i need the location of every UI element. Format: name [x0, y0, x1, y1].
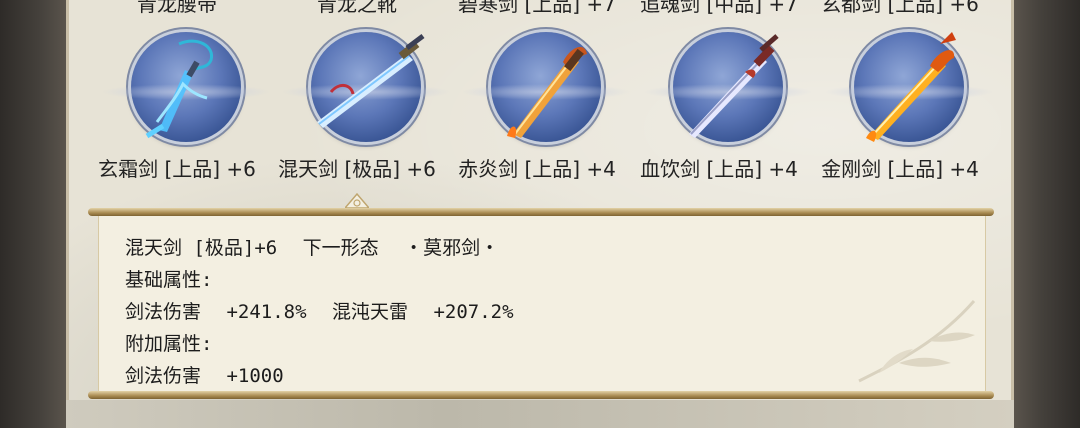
stat-name: 剑法伤害 — [125, 365, 202, 387]
stat-value: +1000 — [226, 365, 284, 387]
extra-stats-title: 附加属性: — [125, 333, 213, 355]
vajra-sword-icon — [866, 32, 956, 142]
item-label: 血饮剑 [上品] +4 — [640, 157, 798, 181]
top-item-label[interactable]: 碧寒剑 [上品] +7 — [447, 0, 627, 17]
stat-name: 混沌天雷 — [332, 301, 409, 323]
item-label: 赤炎剑 [上品] +4 — [458, 157, 616, 181]
sword-slot-chiyan[interactable]: 赤炎剑 [上品] +4 — [447, 26, 631, 186]
flame-sword-icon — [507, 47, 587, 138]
top-item-label[interactable]: 追魂剑 [中品] +7 — [629, 0, 809, 17]
base-stats-row: 剑法伤害 +241.8% 混沌天雷 +207.2% — [125, 296, 965, 328]
scroll-paper: 混天剑 [极品]+6 下一形态 ・莫邪剑・ 基础属性: 剑法伤害 +241.8%… — [98, 216, 986, 391]
item-detail-scroll: 混天剑 [极品]+6 下一形态 ・莫邪剑・ 基础属性: 剑法伤害 +241.8%… — [88, 208, 994, 400]
left-frame — [0, 0, 66, 428]
panel-bottom-edge — [66, 400, 1014, 428]
sword-slot-jingang[interactable]: 金刚剑 [上品] +4 — [810, 26, 994, 186]
frost-sword-icon — [145, 39, 214, 139]
right-frame — [1014, 0, 1080, 428]
top-item-label[interactable]: 青龙腰带 — [87, 0, 267, 17]
stat-name: 剑法伤害 — [125, 301, 202, 323]
selection-pointer-icon — [345, 192, 369, 208]
top-item-label[interactable]: 青龙之靴 — [267, 0, 447, 17]
stat-value: +207.2% — [433, 301, 514, 323]
top-item-label[interactable]: 玄都剑 [上品] +6 — [810, 0, 990, 17]
scroll-roller-top — [88, 208, 994, 216]
scroll-roller-bottom — [88, 391, 994, 399]
stat-value: +241.8% — [226, 301, 307, 323]
chaos-sword-icon — [317, 34, 425, 128]
sword-slot-xueyin[interactable]: 血饮剑 [上品] +4 — [629, 26, 813, 186]
extra-stats-row: 剑法伤害 +1000 — [125, 360, 965, 392]
sword-slot-xuanshuang[interactable]: 玄霜剑 [上品] +6 — [87, 26, 271, 186]
item-detail-text: 混天剑 [极品]+6 下一形态 ・莫邪剑・ 基础属性: 剑法伤害 +241.8%… — [125, 232, 965, 392]
item-label: 金刚剑 [上品] +4 — [821, 157, 979, 181]
sword-slot-huntian[interactable]: 混天剑 [极品] +6 — [267, 26, 451, 186]
detail-next-form-name: ・莫邪剑・ — [404, 237, 500, 259]
item-label: 混天剑 [极品] +6 — [278, 157, 436, 181]
base-stats-title: 基础属性: — [125, 269, 213, 291]
previous-row: 青龙腰带 青龙之靴 碧寒剑 [上品] +7 追魂剑 [中品] +7 玄都剑 [上… — [69, 0, 1011, 17]
blood-sword-icon — [689, 34, 779, 138]
detail-item-name: 混天剑 [极品]+6 — [125, 237, 278, 259]
item-label: 玄霜剑 [上品] +6 — [98, 157, 256, 181]
detail-next-form-label: 下一形态 — [302, 237, 379, 259]
detail-header: 混天剑 [极品]+6 下一形态 ・莫邪剑・ — [125, 232, 965, 264]
